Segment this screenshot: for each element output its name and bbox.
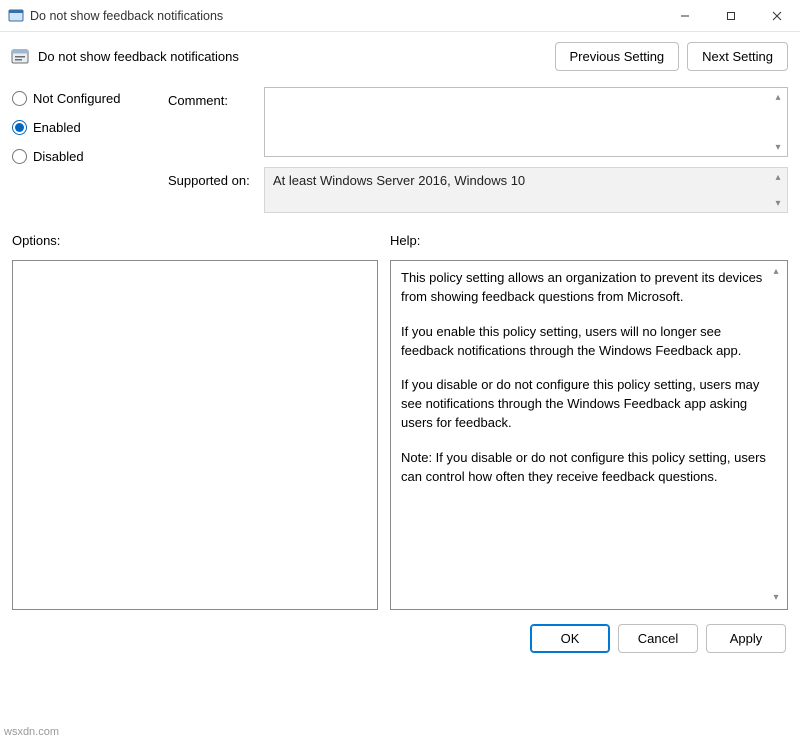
radio-disabled-label: Disabled (33, 149, 84, 164)
close-button[interactable] (754, 0, 800, 32)
radio-not-configured-label: Not Configured (33, 91, 120, 106)
app-icon (8, 8, 24, 24)
radio-disabled-input[interactable] (12, 149, 27, 164)
radio-not-configured-input[interactable] (12, 91, 27, 106)
radio-disabled[interactable]: Disabled (12, 149, 162, 164)
supported-on-value: At least Windows Server 2016, Windows 10 (273, 173, 525, 188)
help-paragraph: Note: If you disable or do not configure… (401, 449, 777, 487)
previous-setting-button[interactable]: Previous Setting (555, 42, 680, 71)
minimize-button[interactable] (662, 0, 708, 32)
help-paragraph: This policy setting allows an organizati… (401, 269, 777, 307)
chevron-up-icon: ▴ (771, 170, 785, 184)
dialog-footer: OK Cancel Apply (0, 610, 800, 653)
watermark: wsxdn.com (4, 726, 59, 738)
options-label: Options: (12, 233, 390, 248)
supported-label: Supported on: (168, 167, 258, 188)
help-paragraph: If you enable this policy setting, users… (401, 323, 777, 361)
radio-not-configured[interactable]: Not Configured (12, 91, 162, 106)
cancel-button[interactable]: Cancel (618, 624, 698, 653)
help-label: Help: (390, 233, 420, 248)
title-bar: Do not show feedback notifications (0, 0, 800, 32)
radio-enabled-input[interactable] (12, 120, 27, 135)
chevron-up-icon[interactable]: ▴ (771, 90, 785, 104)
state-radio-group: Not Configured Enabled Disabled (12, 87, 162, 178)
apply-button[interactable]: Apply (706, 624, 786, 653)
options-panel (12, 260, 378, 610)
next-setting-button[interactable]: Next Setting (687, 42, 788, 71)
help-panel: This policy setting allows an organizati… (390, 260, 788, 610)
ok-button[interactable]: OK (530, 624, 610, 653)
supported-on-box: At least Windows Server 2016, Windows 10… (264, 167, 788, 213)
policy-title: Do not show feedback notifications (38, 49, 239, 64)
comment-textarea[interactable]: ▴ ▾ (264, 87, 788, 157)
config-area: Not Configured Enabled Disabled Comment:… (0, 75, 800, 219)
window-title: Do not show feedback notifications (30, 9, 223, 23)
chevron-down-icon[interactable]: ▾ (771, 140, 785, 154)
chevron-up-icon[interactable]: ▴ (769, 265, 783, 279)
comment-label: Comment: (168, 87, 258, 108)
lower-labels: Options: Help: (0, 219, 800, 252)
radio-enabled-label: Enabled (33, 120, 81, 135)
chevron-down-icon[interactable]: ▾ (769, 591, 783, 605)
radio-enabled[interactable]: Enabled (12, 120, 162, 135)
policy-icon (10, 47, 30, 67)
chevron-down-icon: ▾ (771, 196, 785, 210)
policy-header: Do not show feedback notifications Previ… (0, 32, 800, 75)
maximize-button[interactable] (708, 0, 754, 32)
lower-panels: This policy setting allows an organizati… (0, 252, 800, 610)
help-paragraph: If you disable or do not configure this … (401, 376, 777, 433)
